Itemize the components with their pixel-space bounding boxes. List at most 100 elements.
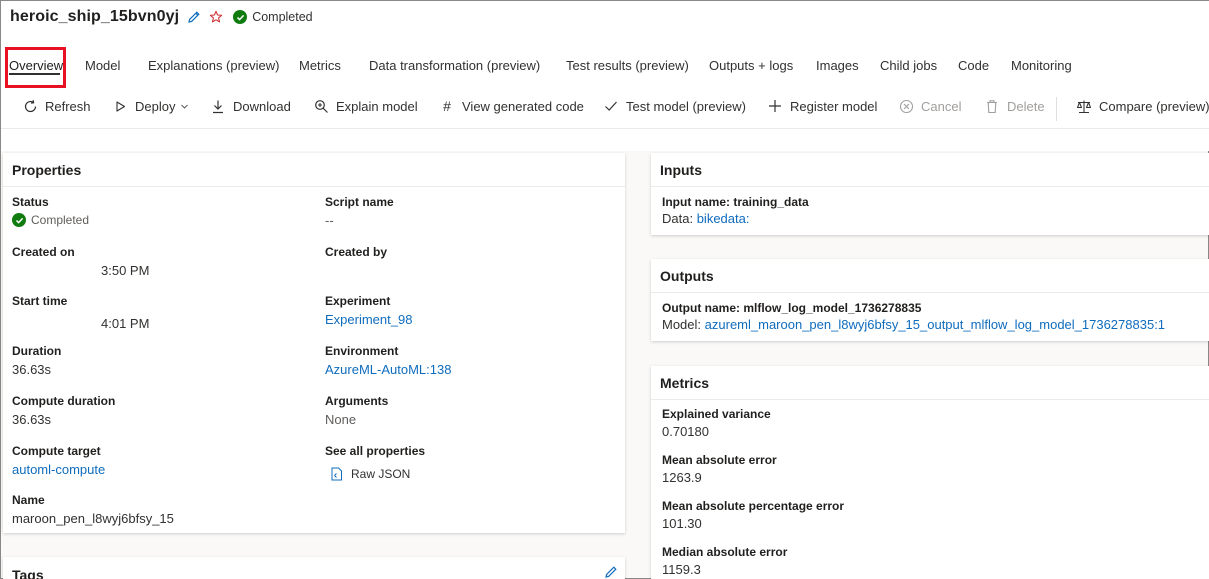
status-label: Status (12, 195, 49, 209)
output-model-prefix: Model: (662, 317, 702, 332)
script-name-value: -- (325, 213, 334, 228)
metric-item: Median absolute error 1159.3 (662, 545, 787, 577)
input-data-prefix: Data: (662, 211, 694, 226)
input-data-row: Data: bikedata: (662, 211, 809, 226)
name-value: maroon_pen_l8wyj6bfsy_15 (12, 511, 174, 526)
redacted-area (325, 263, 465, 273)
status-value: Completed (31, 213, 90, 227)
output-item: Output name: mlflow_log_model_1736278835… (662, 301, 1165, 332)
explain-model-label: Explain model (336, 98, 418, 114)
top-bar: heroic_ship_15bvn0yj Completed Overview … (1, 1, 1209, 151)
properties-header: Properties (3, 153, 625, 187)
compute-duration-value: 36.63s (12, 412, 52, 427)
tab-bar: Overview Model Explanations (preview) Me… (1, 51, 1209, 85)
zoom-search-icon (313, 98, 329, 114)
compute-target-label: Compute target (12, 444, 101, 458)
trash-icon (984, 98, 1000, 114)
delete-button[interactable]: Delete (984, 98, 1045, 114)
start-time-label: Start time (12, 294, 68, 308)
edit-tags-pencil-icon[interactable] (604, 565, 618, 579)
play-icon (112, 98, 128, 114)
tab-code[interactable]: Code (958, 58, 989, 73)
arguments-property: Arguments None (325, 394, 388, 427)
arguments-value: None (325, 412, 357, 427)
hash-icon: # (443, 98, 451, 114)
name-label: Name (12, 493, 45, 507)
metric-value: 1159.3 (662, 562, 701, 577)
tab-overview[interactable]: Overview (9, 58, 63, 73)
duration-label: Duration (12, 344, 62, 358)
metric-item: Mean absolute error 1263.9 (662, 453, 777, 485)
delete-label: Delete (1007, 98, 1045, 114)
tab-metrics[interactable]: Metrics (299, 58, 341, 73)
checkmark-icon (603, 98, 619, 114)
tab-model[interactable]: Model (85, 58, 120, 73)
duration-value: 36.63s (12, 362, 52, 377)
see-all-properties: See all properties Raw JSON (325, 444, 425, 481)
tab-child-jobs[interactable]: Child jobs (880, 58, 937, 73)
metric-value: 1263.9 (662, 470, 702, 485)
register-model-button[interactable]: Register model (767, 98, 877, 114)
tab-monitoring[interactable]: Monitoring (1011, 58, 1072, 73)
completed-check-icon (12, 213, 26, 227)
experiment-link[interactable]: Experiment_98 (325, 312, 412, 327)
environment-link[interactable]: AzureML-AutoML:138 (325, 362, 451, 377)
tab-data-transformation[interactable]: Data transformation (preview) (369, 58, 540, 73)
toolbar-divider (1056, 97, 1057, 121)
experiment-label: Experiment (325, 294, 391, 308)
tags-header: Tags (12, 567, 44, 579)
outputs-card: Outputs Output name: mlflow_log_model_17… (651, 259, 1209, 341)
view-generated-code-button[interactable]: # View generated code (439, 98, 584, 114)
refresh-icon (22, 98, 38, 114)
test-model-button[interactable]: Test model (preview) (603, 98, 746, 114)
tab-explanations[interactable]: Explanations (preview) (148, 58, 280, 73)
job-title: heroic_ship_15bvn0yj (10, 8, 180, 25)
created-on-label: Created on (12, 245, 75, 259)
register-model-label: Register model (790, 98, 878, 114)
deploy-button[interactable]: Deploy (112, 98, 189, 114)
download-button[interactable]: Download (210, 98, 291, 114)
created-by-label: Created by (325, 245, 388, 259)
metric-label: Median absolute error (662, 545, 788, 559)
explain-model-button[interactable]: Explain model (313, 98, 418, 114)
compare-button[interactable]: Compare (preview) (1076, 98, 1209, 114)
toolbar-border (1, 128, 1209, 129)
created-on-value: 3:50 PM (101, 263, 150, 278)
active-tab-indicator (9, 73, 60, 75)
chevron-down-icon (180, 102, 189, 111)
arguments-label: Arguments (325, 394, 389, 408)
environment-property: Environment AzureML-AutoML:138 (325, 344, 451, 377)
duration-property: Duration 36.63s (12, 344, 61, 377)
edit-pencil-icon[interactable] (187, 10, 201, 24)
compute-target-property: Compute target automl-compute (12, 444, 105, 477)
download-icon (210, 98, 226, 114)
created-on-property: Created on 3:50 PM (12, 245, 149, 278)
start-time-property: Start time 4:01 PM (12, 294, 149, 331)
cancel-circle-icon (898, 98, 914, 114)
tab-outputs-logs[interactable]: Outputs + logs (709, 58, 793, 73)
metric-label: Mean absolute percentage error (662, 499, 845, 513)
tab-images[interactable]: Images (816, 58, 859, 73)
output-model-link[interactable]: azureml_maroon_pen_l8wyj6bfsy_15_output_… (705, 317, 1165, 332)
toolbar: Refresh Deploy Download Explain model # (1, 94, 1209, 122)
tab-test-results[interactable]: Test results (preview) (566, 58, 689, 73)
favorite-star-icon[interactable] (209, 10, 223, 24)
refresh-button[interactable]: Refresh (22, 98, 91, 114)
metric-label: Mean absolute error (662, 453, 777, 467)
start-time-value: 4:01 PM (101, 316, 150, 331)
metrics-header: Metrics (651, 366, 1209, 400)
metrics-card: Metrics Explained variance 0.70180 Mean … (651, 366, 1209, 579)
properties-card: Properties Status Completed Created on 3… (3, 153, 625, 533)
cancel-button[interactable]: Cancel (898, 98, 961, 114)
created-by-property: Created by (325, 245, 465, 273)
input-item: Input name: training_data Data: bikedata… (662, 195, 809, 226)
compute-target-link[interactable]: automl-compute (12, 462, 105, 477)
input-data-link[interactable]: bikedata: (697, 211, 750, 226)
raw-json-label: Raw JSON (351, 467, 411, 481)
refresh-label: Refresh (45, 98, 91, 114)
status-value-row: Completed (12, 213, 89, 227)
output-model-row: Model: azureml_maroon_pen_l8wyj6bfsy_15_… (662, 317, 1165, 332)
raw-json-link[interactable]: Raw JSON (325, 467, 425, 481)
view-generated-code-label: View generated code (462, 98, 584, 114)
inputs-header: Inputs (651, 153, 1209, 187)
